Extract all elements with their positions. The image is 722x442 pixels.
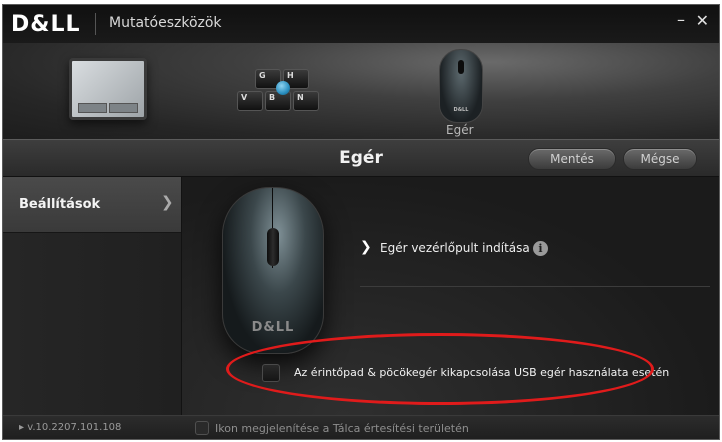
sidebar-item-settings[interactable]: Beállítások ❯ (3, 177, 181, 233)
touchpad-device-icon[interactable] (69, 58, 147, 120)
section-header: Egér Mentés Mégse (3, 139, 719, 177)
main-panel: D&LL ❯ Egér vezérlőpult indítása i Az ér… (182, 177, 719, 415)
key-icon: B (265, 91, 291, 111)
cancel-button[interactable]: Mégse (623, 148, 697, 170)
save-button[interactable]: Mentés (528, 148, 616, 170)
version-toggle[interactable]: ▸ v.10.2207.101.108 (19, 422, 121, 433)
divider (360, 286, 710, 287)
tray-icon-checkbox[interactable] (195, 421, 209, 435)
close-button[interactable]: ✕ (696, 11, 709, 30)
mouse-icon: D&LL (439, 49, 483, 123)
footer: ▸ v.10.2207.101.108 Ikon megjelenítése a… (3, 415, 719, 439)
dell-logo: D&LL (11, 12, 81, 37)
chevron-right-icon: ❯ (161, 193, 174, 211)
mouse-brand-small: D&LL (453, 107, 469, 113)
touchpad-left-button (78, 103, 107, 113)
title-bar: D&LL Mutatóeszközök – ✕ (3, 5, 719, 43)
pointstick-device-icon[interactable]: G H V B N (231, 67, 341, 119)
chevron-right-icon: ❯ (360, 239, 372, 255)
touchpad-buttons (78, 103, 138, 113)
mouse-brand-logo: D&LL (251, 320, 295, 335)
key-icon: V (237, 91, 263, 111)
disable-touchpad-checkbox[interactable] (262, 364, 280, 382)
key-icon: N (293, 91, 319, 111)
app-title: Mutatóeszközök (109, 15, 222, 31)
device-selector: G H V B N D&LL Egér (3, 43, 719, 139)
pointstick-icon (276, 81, 290, 95)
sidebar-item-label: Beállítások (19, 197, 101, 212)
mouse-device-label: Egér (446, 123, 474, 137)
mouse-wheel-icon (267, 228, 279, 266)
tray-icon-label: Ikon megjelenítése a Tálca értesítési te… (215, 422, 469, 435)
info-icon[interactable]: i (533, 241, 548, 256)
mouse-image: D&LL (222, 187, 324, 354)
disable-touchpad-label: Az érintőpad & pöcökegér kikapcsolása US… (294, 366, 670, 379)
sidebar: Beállítások ❯ (3, 177, 182, 415)
touchpad-right-button (109, 103, 138, 113)
app-window: D&LL Mutatóeszközök – ✕ G H V B N D&LL E (2, 4, 720, 440)
mouse-wheel-icon (458, 60, 464, 74)
minimize-button[interactable]: – (677, 10, 685, 29)
title-separator (95, 13, 96, 35)
launch-mouse-control-panel-label: Egér vezérlőpult indítása (380, 241, 530, 255)
